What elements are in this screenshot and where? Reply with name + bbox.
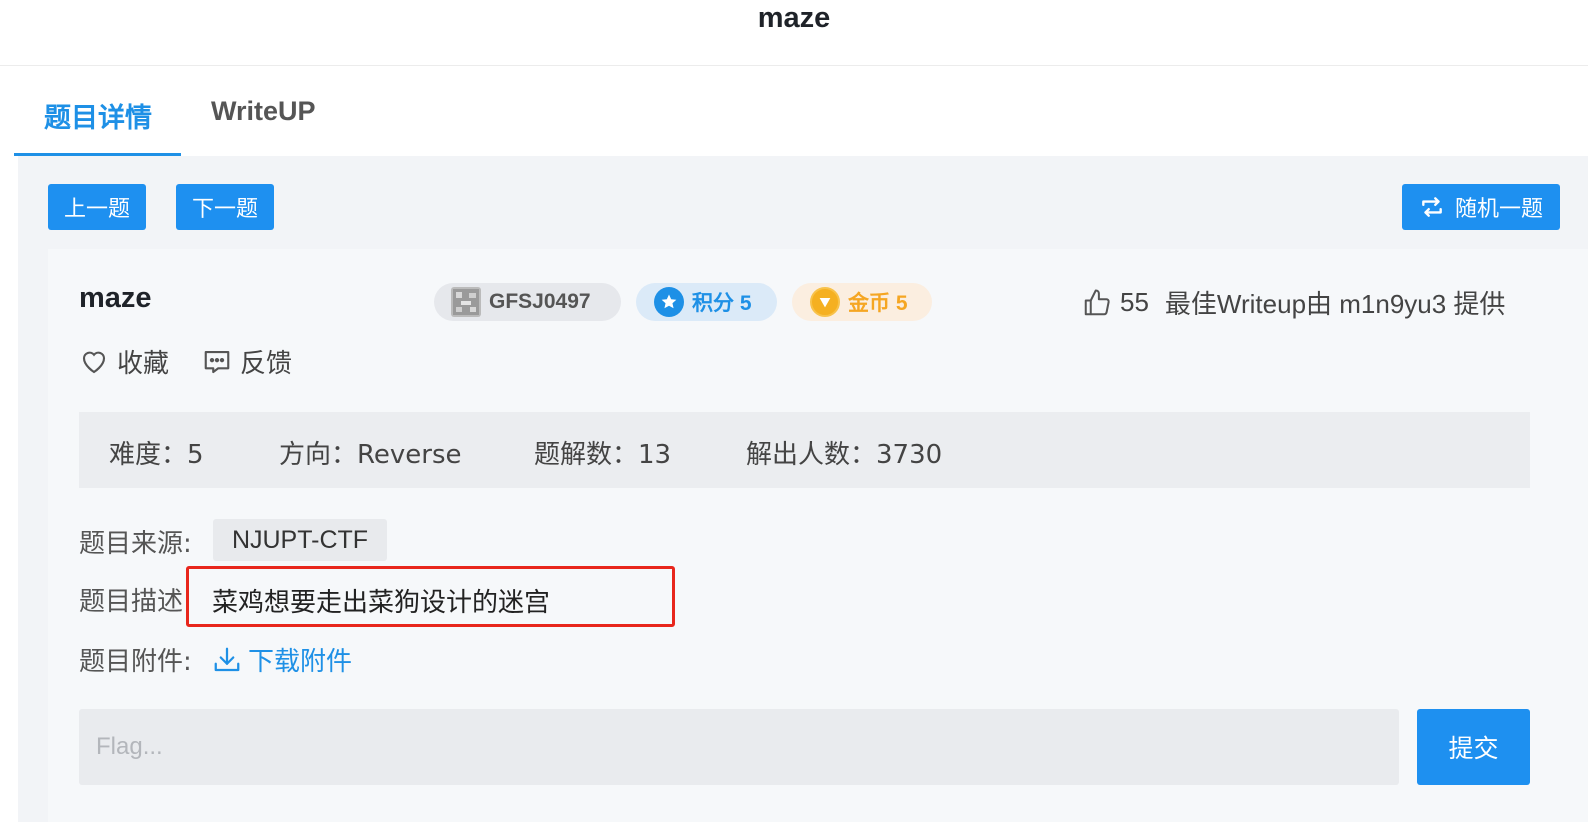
heart-icon [79,347,109,377]
thumbs-up-icon[interactable] [1082,288,1112,318]
coins-badge: 金币 5 [792,283,932,321]
comment-icon [202,347,232,377]
random-problem-button[interactable]: 随机一题 [1402,184,1560,230]
next-problem-button[interactable]: 下一题 [176,184,274,230]
favorite-button[interactable]: 收藏 [79,343,169,380]
points-value: 积分 5 [692,292,752,315]
problem-stats-bar: 难度：5 方向：Reverse 题解数：13 解出人数：3730 [79,412,1530,488]
problem-meta: 55 最佳Writeup由 m1n9yu3 提供 [1082,284,1505,321]
tab-writeup[interactable]: WriteUP [211,96,316,127]
highlight-box [186,566,675,627]
submit-button[interactable]: 提交 [1417,709,1530,785]
problem-title: maze [79,282,152,314]
shuffle-icon [1419,194,1445,220]
points-badge: 积分 5 [636,283,777,321]
feedback-button[interactable]: 反馈 [202,343,292,380]
prev-problem-button[interactable]: 上一题 [48,184,146,230]
direction: 方向：Reverse [279,440,462,470]
problem-id-badge: GFSJ0497 [434,283,621,321]
tab-bar: 题目详情 WriteUP [0,66,1588,156]
source-tag: NJUPT-CTF [213,519,387,561]
description-label: 题目描述: [79,587,192,617]
flag-input[interactable] [79,709,1399,785]
problem-id: GFSJ0497 [489,290,591,313]
best-writeup-text[interactable]: 最佳Writeup由 m1n9yu3 提供 [1165,284,1506,321]
download-label: 下载附件 [248,647,353,677]
favorite-label: 收藏 [117,349,170,379]
id-icon [451,287,481,317]
download-attachment-link[interactable]: 下载附件 [212,641,352,678]
source-label: 题目来源: [79,529,192,559]
difficulty: 难度：5 [109,440,204,470]
tab-problem-details[interactable]: 题目详情 [44,96,152,135]
star-icon [654,287,684,317]
attachment-label: 题目附件: [79,647,192,677]
download-icon [212,645,242,675]
feedback-label: 反馈 [240,349,293,379]
coins-value: 金币 5 [848,292,908,315]
random-problem-label: 随机一题 [1454,197,1543,222]
likes-count: 55 [1120,287,1149,317]
writeup-count: 题解数：13 [534,440,672,470]
coin-icon [810,287,840,317]
solver-count: 解出人数：3730 [746,440,943,470]
top-bar: maze [0,0,1588,66]
page-title: maze [757,2,831,34]
